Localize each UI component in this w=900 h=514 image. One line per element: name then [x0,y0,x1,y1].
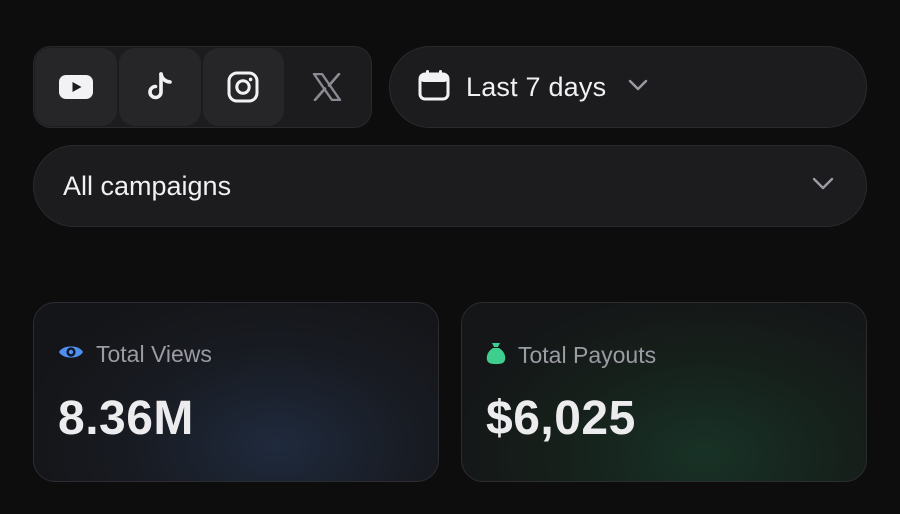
total-views-header: Total Views [58,341,212,368]
platform-instagram-button[interactable] [202,48,285,126]
platform-x-button[interactable] [286,48,368,126]
money-bag-icon [486,341,506,370]
total-views-title: Total Views [96,341,212,367]
instagram-icon [227,71,259,103]
total-views-card: Total Views 8.36M [33,302,439,482]
chevron-down-icon [812,177,834,195]
x-icon [312,73,342,101]
campaign-select[interactable]: All campaigns [33,145,867,227]
eye-icon [58,343,84,366]
chevron-down-icon [628,78,648,96]
total-payouts-title: Total Payouts [518,342,657,368]
date-range-label: Last 7 days [466,71,607,102]
platform-youtube-button[interactable] [35,48,117,126]
date-range-select[interactable]: Last 7 days [389,46,867,128]
total-payouts-card: Total Payouts $6,025 [461,302,867,482]
platform-tiktok-button[interactable] [118,48,201,126]
campaign-select-label: All campaigns [63,170,232,201]
total-payouts-header: Total Payouts [486,341,656,370]
platform-filter [33,46,372,128]
youtube-icon [58,75,93,99]
tiktok-icon [147,72,173,102]
total-views-value: 8.36M [58,392,194,445]
calendar-icon [418,69,450,106]
total-payouts-value: $6,025 [486,392,636,445]
